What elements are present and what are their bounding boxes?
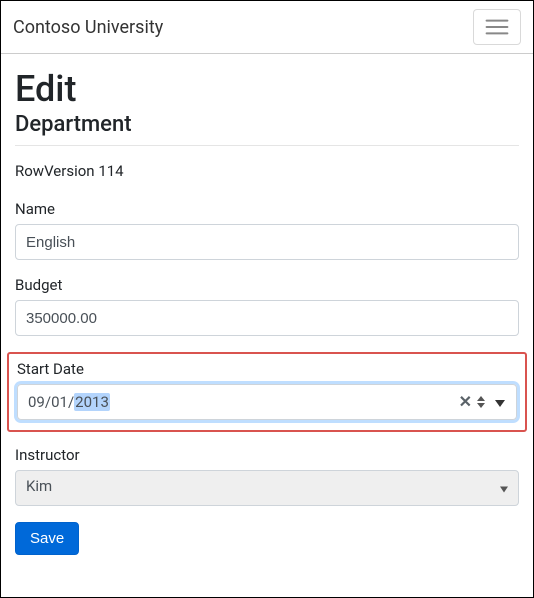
instructor-select[interactable]: Kim xyxy=(15,470,519,506)
navbar-brand[interactable]: Contoso University xyxy=(13,17,163,38)
clear-icon[interactable]: ✕ xyxy=(459,394,472,410)
start-date-value: 09/01/2013 xyxy=(28,393,110,411)
rowversion-text: RowVersion 114 xyxy=(15,162,519,180)
navbar-toggler-button[interactable] xyxy=(473,9,521,45)
start-date-highlight: Start Date 09/01/2013 ✕ xyxy=(7,352,527,432)
page-title: Edit xyxy=(15,68,519,110)
hamburger-icon xyxy=(485,18,509,36)
navbar: Contoso University xyxy=(1,1,533,54)
start-date-label: Start Date xyxy=(17,360,517,378)
calendar-dropdown-icon[interactable] xyxy=(494,393,506,412)
save-button[interactable]: Save xyxy=(15,522,79,555)
name-input[interactable] xyxy=(15,224,519,260)
divider xyxy=(15,145,519,146)
budget-label: Budget xyxy=(15,276,519,294)
budget-input[interactable] xyxy=(15,300,519,336)
spinner-down-icon xyxy=(476,402,486,409)
start-date-input[interactable]: 09/01/2013 ✕ xyxy=(17,384,517,420)
spinner-up-icon xyxy=(476,395,486,402)
name-label: Name xyxy=(15,200,519,218)
instructor-label: Instructor xyxy=(15,446,519,464)
page-subtitle: Department xyxy=(15,112,519,137)
spinner-control[interactable] xyxy=(476,395,486,409)
